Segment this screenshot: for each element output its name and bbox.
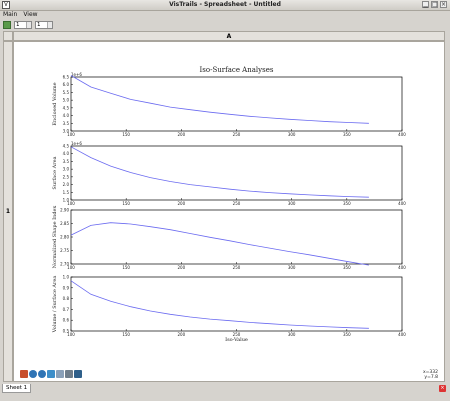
sheet-tab[interactable]: Sheet 1 — [2, 384, 32, 393]
y-tick-label: 0.6 — [63, 318, 70, 323]
sheet-grid-icon[interactable] — [3, 20, 11, 29]
x-tick-label: 150 — [122, 332, 130, 337]
close-icon[interactable]: × — [440, 1, 447, 8]
x-tick-label: 200 — [178, 265, 186, 270]
y-tick-label: 6.0 — [63, 82, 70, 87]
column-header-a[interactable]: A — [13, 31, 445, 41]
spreadsheet-cell-a1[interactable]: Iso-Surface Analyses 3.0 3.5 4.0 4.5 5.0 5.5 6.… — [13, 41, 445, 382]
x-tick-label: 350 — [343, 332, 351, 337]
y-tick-label: 2.0 — [63, 182, 70, 187]
series-line — [70, 146, 369, 198]
x-tick-label: 200 — [178, 132, 186, 137]
x-tick-label: 400 — [398, 201, 406, 206]
y-tick-label: 6.5 — [63, 75, 70, 80]
y-tick-label: 4.0 — [63, 113, 70, 118]
y-tick-label: 0.8 — [63, 296, 70, 301]
row-count-spinbox[interactable]: 1 — [14, 20, 32, 29]
axes-frame — [70, 209, 403, 265]
chart-title: Iso-Surface Analyses — [200, 66, 274, 74]
x-tick-label: 400 — [398, 132, 406, 137]
menu-main[interactable]: Main — [3, 10, 17, 19]
y-tick-label: 5.0 — [63, 98, 70, 103]
y-tick-label: 2.5 — [63, 174, 70, 179]
y-tick-label: 4.0 — [63, 151, 70, 156]
subplots-icon[interactable] — [65, 370, 73, 378]
toolbar: 1 1 — [0, 19, 450, 30]
series-line — [70, 75, 369, 124]
x-tick-label: 400 — [398, 332, 406, 337]
save-icon[interactable] — [74, 370, 82, 378]
menu-view[interactable]: View — [23, 10, 37, 19]
y-axis-label: Enclosed Volume — [52, 82, 58, 125]
close-sheet-icon[interactable]: × — [439, 385, 446, 392]
iso-surface-chart: Iso-Surface Analyses 3.0 3.5 4.0 4.5 5.0 5.5 6.… — [52, 66, 406, 343]
y-tick-label: 5.5 — [63, 90, 70, 95]
y-tick-label: 0.7 — [63, 307, 70, 312]
x-tick-label: 200 — [178, 332, 186, 337]
y-tick-label: 2.90 — [60, 208, 69, 213]
y-axis-label: Volume / Surface Area — [52, 276, 58, 334]
x-tick-label: 350 — [343, 265, 351, 270]
y-tick-label: 4.5 — [63, 144, 70, 149]
x-tick-label: 150 — [122, 265, 130, 270]
y-axis-label: Normalized Shape Index — [52, 206, 58, 269]
y-tick-label: 2.85 — [60, 221, 69, 226]
column-count-spinbox[interactable]: 1 — [35, 20, 53, 29]
y-tick-label: 3.0 — [63, 167, 70, 172]
sheet-tabbar: Sheet 1 × — [0, 383, 450, 401]
x-tick-label: 150 — [122, 201, 130, 206]
x-tick-label: 250 — [233, 201, 241, 206]
y-tick-label: 2.80 — [60, 235, 69, 240]
cursor-coordinates: x=332 y=7.8 — [423, 370, 438, 380]
sheet-corner[interactable] — [3, 31, 13, 41]
row-header-1[interactable]: 1 — [3, 41, 13, 382]
series-line — [70, 280, 369, 329]
x-tick-label: 100 — [67, 265, 75, 270]
plot-toolbar — [20, 370, 82, 378]
x-tick-label: 300 — [288, 332, 296, 337]
forward-icon[interactable] — [38, 370, 46, 378]
x-tick-label: 250 — [233, 265, 241, 270]
x-tick-label: 150 — [122, 132, 130, 137]
axes-frame — [70, 145, 403, 201]
y-axis-label: Surface Area — [52, 156, 58, 189]
window-title: VisTrails - Spreadsheet - Untitled — [169, 1, 281, 8]
minimize-icon[interactable]: ▁ — [422, 1, 429, 8]
pan-icon[interactable] — [47, 370, 55, 378]
x-tick-label: 300 — [288, 265, 296, 270]
x-tick-label: 250 — [233, 132, 241, 137]
y-tick-label: 3.5 — [63, 159, 70, 164]
x-tick-label: 300 — [288, 132, 296, 137]
x-tick-label: 300 — [288, 201, 296, 206]
x-tick-label: 100 — [67, 201, 75, 206]
y-tick-label: 0.9 — [63, 285, 70, 290]
x-tick-label: 400 — [398, 265, 406, 270]
y-tick-label: 4.5 — [63, 105, 70, 110]
back-icon[interactable] — [29, 370, 37, 378]
x-tick-label: 200 — [178, 201, 186, 206]
y-tick-label: 2.75 — [60, 248, 69, 253]
x-tick-label: 350 — [343, 201, 351, 206]
menubar: Main View — [0, 10, 450, 19]
y-tick-label: 1.5 — [63, 190, 70, 195]
y-tick-label: 3.5 — [63, 121, 70, 126]
window-controls: ▁ □ × — [422, 1, 447, 8]
home-icon[interactable] — [20, 370, 28, 378]
x-tick-label: 100 — [67, 132, 75, 137]
cursor-y: y=7.8 — [424, 375, 438, 380]
series-line — [70, 222, 369, 266]
x-tick-label: 100 — [67, 332, 75, 337]
x-axis-label: Iso-Value — [225, 337, 248, 343]
zoom-icon[interactable] — [56, 370, 64, 378]
x-tick-label: 350 — [343, 132, 351, 137]
maximize-icon[interactable]: □ — [431, 1, 438, 8]
y-offset-label: 1e+6 — [71, 141, 82, 146]
row-header-label: 1 — [5, 208, 11, 215]
y-tick-label: 1.0 — [63, 275, 70, 280]
